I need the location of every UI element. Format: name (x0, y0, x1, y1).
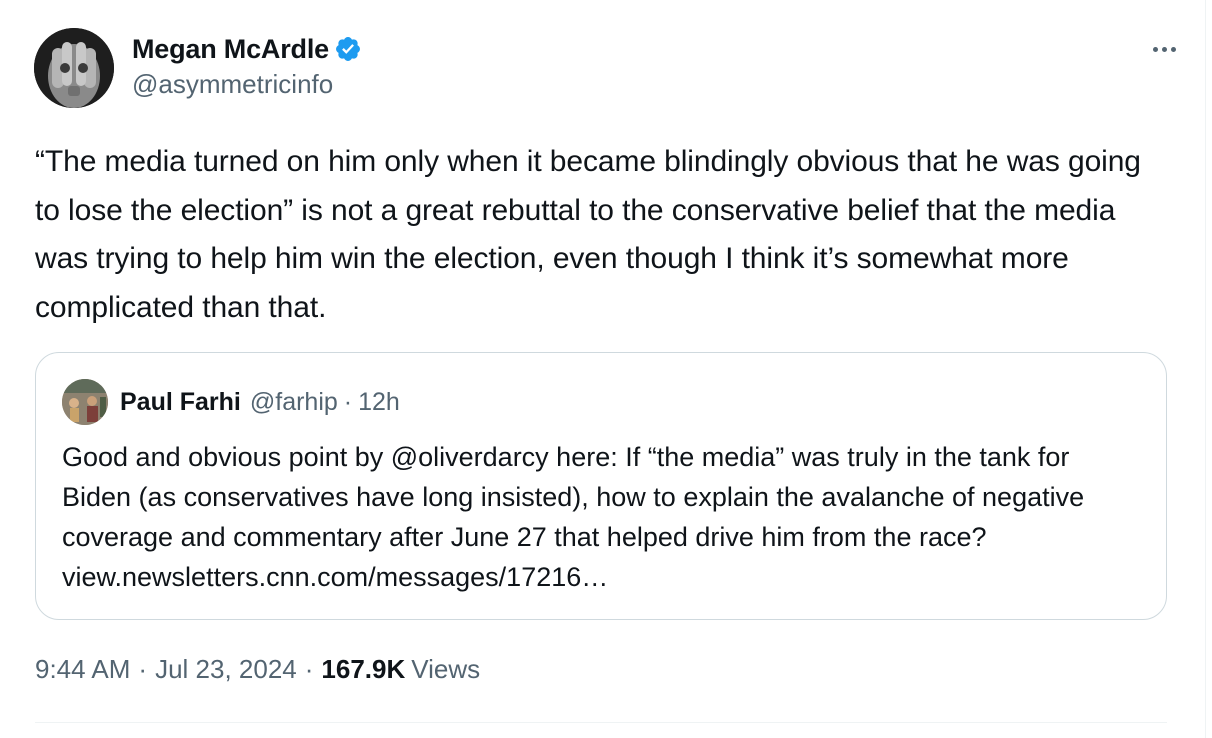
tweet-time[interactable]: 9:44 AM (35, 654, 130, 685)
tweet-date[interactable]: Jul 23, 2024 (155, 654, 297, 685)
meta-separator: · (138, 654, 148, 684)
quoted-display-name[interactable]: Paul Farhi (120, 388, 241, 417)
views-count[interactable]: 167.9K (321, 654, 405, 685)
quoted-author-avatar[interactable] (62, 379, 108, 425)
quoted-separator: · (343, 387, 353, 416)
quoted-tweet-text: Good and obvious point by @oliverdarcy h… (62, 442, 1085, 592)
views-label[interactable]: Views (411, 654, 480, 685)
more-options-icon[interactable] (1146, 34, 1182, 64)
divider (35, 722, 1167, 723)
author-display-name[interactable]: Megan McArdle (132, 34, 329, 65)
meta-separator: · (304, 654, 314, 684)
author-avatar[interactable] (34, 28, 114, 108)
quoted-handle[interactable]: @farhip (250, 388, 338, 417)
author-handle[interactable]: @asymmetricinfo (132, 69, 362, 100)
quoted-tweet-card[interactable]: Paul Farhi @farhip · 12h Good and obviou… (35, 352, 1167, 620)
verified-badge-icon[interactable] (334, 35, 362, 63)
tweet-text: “The media turned on him only when it be… (35, 145, 1141, 324)
tweet-meta: 9:44 AM · Jul 23, 2024 · 167.9K Views (35, 654, 480, 685)
tweet-header: Megan McArdle @asymmetricinfo (34, 28, 1176, 110)
quoted-timestamp[interactable]: 12h (358, 388, 400, 417)
frame-border (1205, 0, 1206, 738)
